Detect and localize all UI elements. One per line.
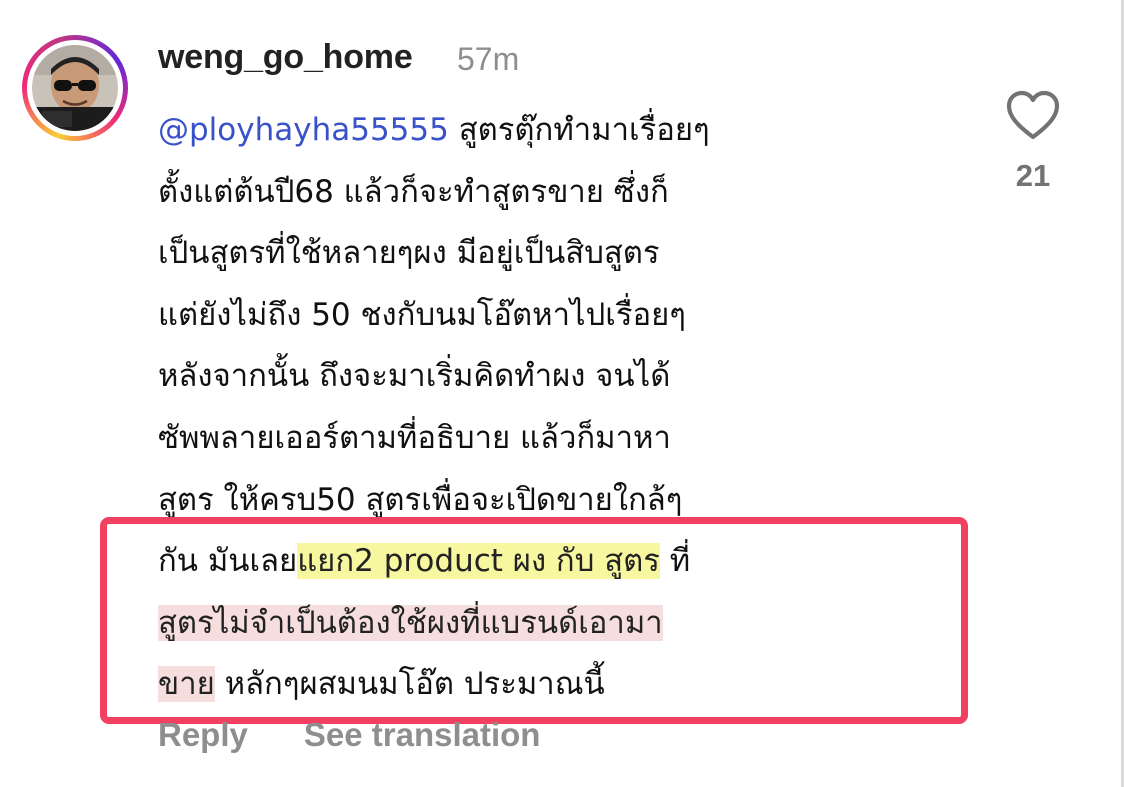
comment-line: แต่ยังไม่ถึง 50 ชงกับนมโอ๊ตหาไปเรื่อยๆ	[158, 296, 686, 333]
heart-icon[interactable]	[1005, 90, 1061, 142]
comment-timestamp: 57m	[457, 41, 520, 77]
comment-line: เป็นสูตรที่ใช้หลายๆผง มีอยู่เป็นสิบสูตร	[158, 235, 660, 272]
mention-link[interactable]: @ployhayha55555	[158, 112, 449, 148]
avatar-story-ring[interactable]	[22, 35, 128, 141]
see-translation-button[interactable]: See translation	[304, 716, 541, 754]
like-count: 21	[1015, 158, 1051, 193]
comment-line: หลังจากนั้น ถึงจะมาเริ่มคิดทำผง จนได้	[158, 358, 671, 395]
annotation-box	[100, 517, 968, 724]
avatar[interactable]	[32, 45, 118, 131]
comment-actions: Reply See translation	[158, 716, 540, 754]
comment-text: สูตรตุ๊กทำมาเรื่อยๆ	[448, 112, 710, 148]
comment-line: @ployhayha55555 สูตรตุ๊กทำมาเรื่อยๆ	[158, 100, 928, 162]
comment-screenshot: weng_go_home 57m @ployhayha55555 สูตรตุ๊…	[0, 0, 1124, 787]
comment-line: ตั้งแต่ต้นปี68 แล้วก็จะทำสูตรขาย ซึ่งก็	[158, 173, 669, 210]
reply-button[interactable]: Reply	[158, 716, 248, 754]
comment-line: ซัพพลายเออร์ตามที่อธิบาย แล้วก็มาหา	[158, 419, 671, 456]
comment-username[interactable]: weng_go_home	[158, 38, 413, 77]
